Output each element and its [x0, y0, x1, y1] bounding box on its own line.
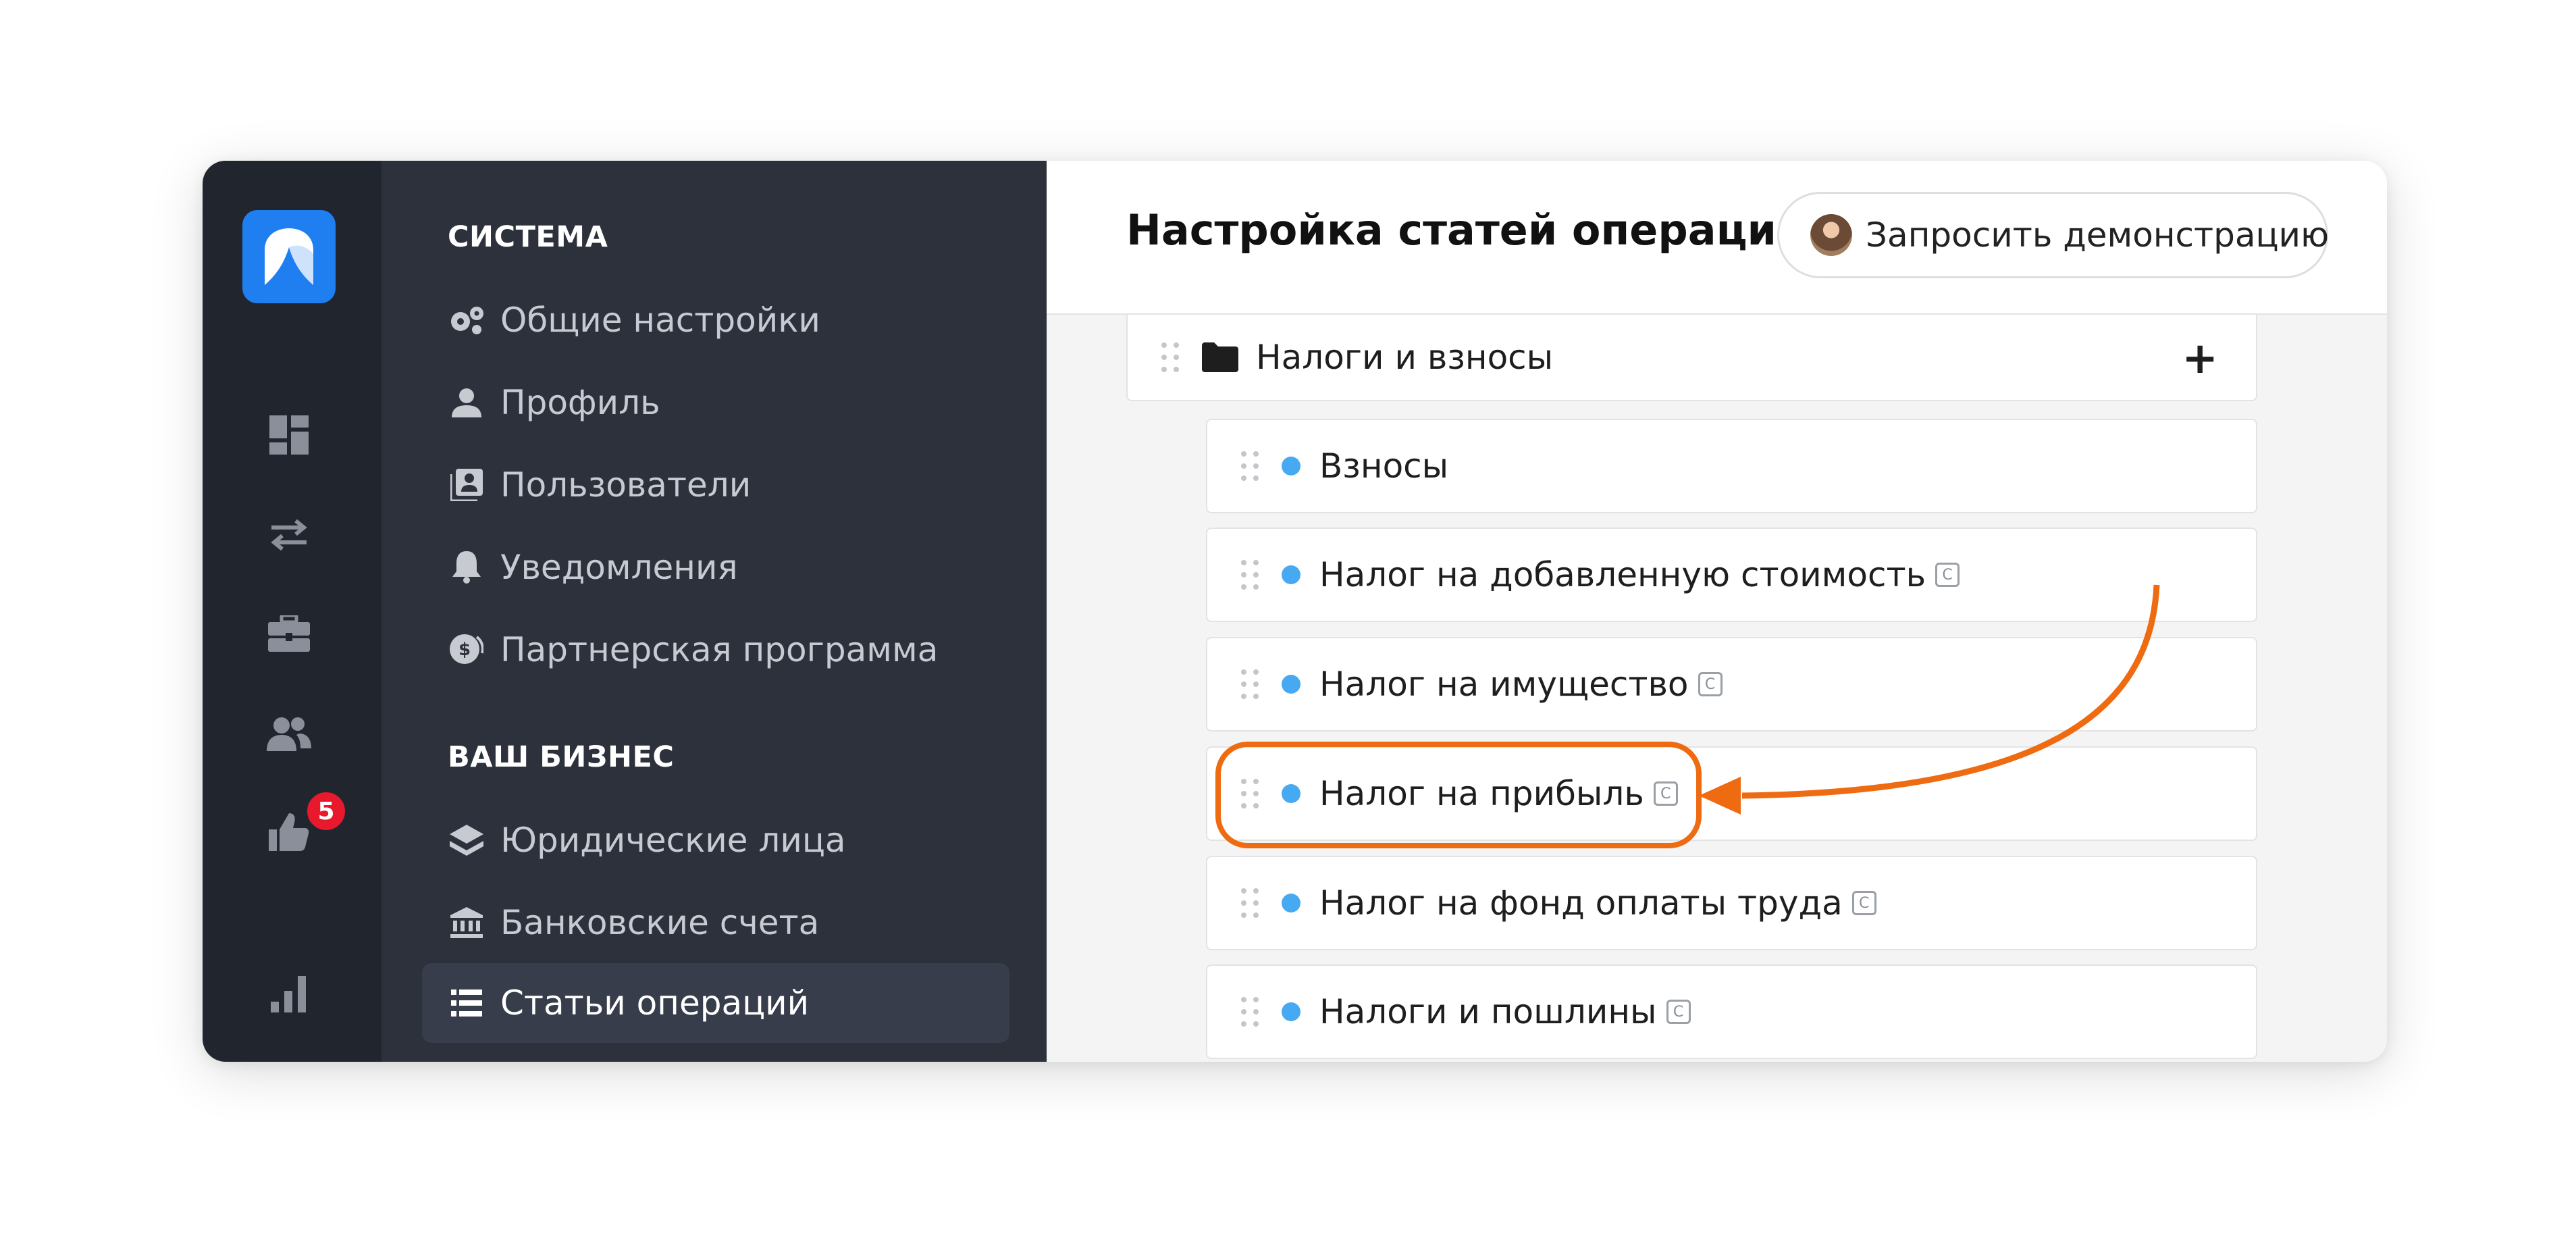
users-card-icon	[448, 466, 485, 504]
main-content: Настройка статей операций Запросить демо…	[1047, 161, 2387, 1062]
sidebar-item-label: Профиль	[500, 383, 660, 422]
drag-handle-icon[interactable]	[1238, 668, 1261, 700]
sidebar-item-bank-accounts[interactable]: Банковские счета	[448, 896, 819, 950]
category-dot-icon	[1282, 1002, 1300, 1021]
system-category-icon: C	[1851, 891, 1876, 915]
category-row[interactable]: Налог на имущество C	[1206, 637, 2257, 731]
svg-text:$: $	[458, 640, 471, 660]
sidebar-item-label: Статьи операций	[500, 983, 810, 1023]
user-icon	[448, 384, 485, 421]
category-label: Налог на фонд оплаты труда	[1319, 883, 1843, 923]
drag-handle-icon[interactable]	[1238, 887, 1261, 919]
sidebar-item-label: Общие настройки	[500, 301, 820, 340]
app-logo[interactable]	[242, 210, 336, 303]
list-icon	[448, 984, 485, 1022]
folder-label: Налоги и взносы	[1256, 338, 1554, 377]
system-category-icon: C	[1666, 1000, 1691, 1024]
folder-icon	[1202, 342, 1238, 372]
transfer-arrows-icon[interactable]	[257, 503, 321, 567]
sidebar-item-label: Пользователи	[500, 465, 752, 505]
page-title: Настройка статей операций	[1126, 205, 1806, 255]
request-demo-label: Запросить демонстрацию	[1866, 215, 2330, 255]
sidebar-item-label: Партнерская программа	[500, 630, 939, 669]
sidebar-item-label: Уведомления	[500, 548, 738, 587]
system-category-icon: C	[1935, 563, 1960, 587]
reports-bar-icon[interactable]	[257, 962, 321, 1027]
sidebar-item-legal-entities[interactable]: Юридические лица	[448, 813, 846, 867]
sidebar-item-users[interactable]: Пользователи	[448, 458, 751, 512]
briefcase-icon[interactable]	[257, 601, 321, 666]
category-dot-icon	[1282, 784, 1300, 803]
category-row[interactable]: Налог на прибыль C	[1206, 746, 2257, 841]
sidebar-item-general-settings[interactable]: Общие настройки	[448, 293, 820, 347]
layers-icon	[448, 821, 485, 859]
page-header: Настройка статей операций Запросить демо…	[1047, 161, 2387, 315]
gears-icon	[448, 301, 485, 339]
category-dot-icon	[1282, 894, 1300, 912]
drag-handle-icon[interactable]	[1238, 450, 1261, 482]
bell-icon	[448, 548, 485, 586]
category-dot-icon	[1282, 457, 1300, 475]
avatar	[1810, 214, 1852, 256]
category-dot-icon	[1282, 675, 1300, 694]
sidebar-item-partner-program[interactable]: $ Партнерская программа	[448, 623, 938, 677]
category-label: Налоги и пошлины	[1319, 992, 1657, 1031]
sidebar-item-label: Банковские счета	[500, 903, 820, 942]
category-label: Взносы	[1319, 446, 1449, 486]
dashboard-icon[interactable]	[257, 403, 321, 467]
system-category-icon: C	[1698, 672, 1723, 696]
add-category-button[interactable]: +	[2182, 334, 2218, 384]
team-icon[interactable]	[257, 701, 321, 766]
category-row[interactable]: Налог на фонд оплаты труда C	[1206, 856, 2257, 950]
category-label: Налог на прибыль	[1319, 774, 1644, 813]
settings-sidebar: СИСТЕМА Общие настройки Профиль Пользова…	[382, 161, 1047, 1062]
logo-icon	[265, 228, 313, 285]
sidebar-item-notifications[interactable]: Уведомления	[448, 540, 738, 594]
sidebar-item-profile[interactable]: Профиль	[448, 376, 660, 430]
notification-badge: 5	[304, 789, 348, 833]
sidebar-item-label: Юридические лица	[500, 821, 846, 860]
drag-handle-icon[interactable]	[1238, 559, 1261, 591]
drag-handle-icon[interactable]	[1159, 341, 1182, 374]
section-title-system: СИСТЕМА	[448, 220, 608, 254]
app-window: 5 СИСТЕМА Общие настройки Профиль Пользо…	[203, 161, 2387, 1062]
dollar-coin-icon: $	[448, 631, 485, 669]
category-label: Налог на имущество	[1319, 665, 1689, 704]
sidebar-item-operation-categories[interactable]: Статьи операций	[422, 963, 1009, 1043]
category-row[interactable]: Налог на добавленную стоимость C	[1206, 528, 2257, 622]
drag-handle-icon[interactable]	[1238, 777, 1261, 810]
drag-handle-icon[interactable]	[1238, 996, 1261, 1028]
category-label: Налог на добавленную стоимость	[1319, 555, 1926, 594]
request-demo-button[interactable]: Запросить демонстрацию	[1777, 192, 2330, 278]
system-category-icon: C	[1653, 781, 1678, 806]
category-folder-row[interactable]: Налоги и взносы +	[1126, 315, 2257, 401]
category-row[interactable]: Налоги и пошлины C	[1206, 965, 2257, 1059]
category-row[interactable]: Взносы	[1206, 419, 2257, 513]
category-dot-icon	[1282, 565, 1300, 584]
section-title-business: ВАШ БИЗНЕС	[448, 740, 675, 774]
bank-icon	[448, 904, 485, 942]
icon-rail: 5	[203, 161, 382, 1062]
